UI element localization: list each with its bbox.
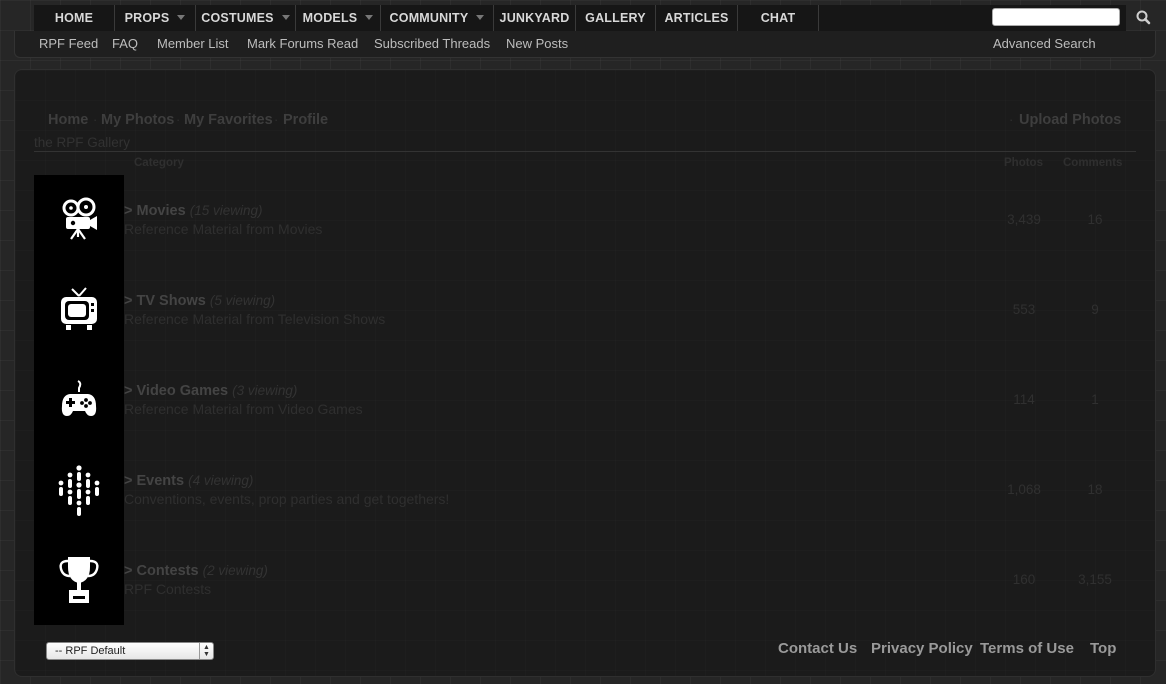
- category-description: Conventions, events, prop parties and ge…: [124, 491, 450, 507]
- photo-count: 114: [1013, 392, 1035, 407]
- category-link[interactable]: > TV Shows (5 viewing): [124, 293, 275, 309]
- subnav-rpf-feed[interactable]: RPF Feed: [39, 31, 98, 57]
- trophy-icon[interactable]: [50, 551, 108, 609]
- column-header-category: Category: [134, 157, 184, 169]
- crowd-icon[interactable]: [50, 461, 108, 519]
- nav-chat-label: CHAT: [760, 11, 796, 25]
- breadcrumb-home[interactable]: Home: [48, 112, 88, 128]
- upload-photos-link[interactable]: Upload Photos: [1019, 112, 1121, 128]
- category-prefix: >: [124, 383, 133, 399]
- style-chooser-select[interactable]: -- RPF Default ▲ ▼: [46, 642, 214, 660]
- breadcrumb-my-photos[interactable]: My Photos: [101, 112, 174, 128]
- category-name: Movies: [136, 203, 186, 219]
- main-navigation-bar: HOME PROPS COSTUMES MODELS COMMUNITY JUN…: [34, 5, 1126, 32]
- photo-count: 553: [1012, 302, 1036, 317]
- subnav-subscribed-threads[interactable]: Subscribed Threads: [374, 31, 490, 57]
- comment-count: 1: [1091, 392, 1099, 407]
- column-header-photos: Photos: [1004, 157, 1043, 169]
- comment-count: 9: [1091, 302, 1099, 317]
- nav-home-label: HOME: [54, 11, 94, 25]
- footer-terms-of-use[interactable]: Terms of Use: [980, 640, 1074, 657]
- category-name: Video Games: [136, 383, 229, 399]
- viewing-count: (5 viewing): [209, 293, 276, 308]
- subnav-advanced-search[interactable]: Advanced Search: [993, 31, 1096, 57]
- secondary-navigation-bar: RPF Feed FAQ Member List Mark Forums Rea…: [14, 31, 1156, 58]
- subnav-mark-forums-read[interactable]: Mark Forums Read: [247, 31, 358, 57]
- gamepad-icon[interactable]: [50, 371, 108, 429]
- nav-chat[interactable]: CHAT: [738, 5, 819, 31]
- viewing-count: (4 viewing): [188, 473, 254, 488]
- footer-contact-us[interactable]: Contact Us: [778, 640, 857, 657]
- nav-props[interactable]: PROPS: [115, 5, 196, 31]
- category-prefix: >: [124, 473, 133, 489]
- nav-costumes[interactable]: COSTUMES: [196, 5, 296, 31]
- nav-home[interactable]: HOME: [34, 5, 115, 31]
- category-link[interactable]: > Video Games (3 viewing): [124, 383, 297, 399]
- select-arrows-icon: ▲ ▼: [199, 643, 213, 659]
- category-prefix: >: [124, 293, 133, 309]
- nav-articles[interactable]: ARTICLES: [656, 5, 738, 31]
- nav-costumes-label: COSTUMES: [201, 11, 274, 25]
- category-description: Reference Material from Video Games: [124, 401, 363, 417]
- category-prefix: >: [124, 203, 133, 219]
- movie-camera-icon[interactable]: [50, 191, 108, 249]
- column-header-comments: Comments: [1063, 157, 1123, 169]
- photo-count: 160: [1012, 572, 1036, 587]
- category-prefix: >: [124, 563, 133, 579]
- comment-count: 18: [1087, 482, 1103, 497]
- category-description: RPF Contests: [124, 581, 212, 597]
- subnav-new-posts[interactable]: New Posts: [506, 31, 568, 57]
- breadcrumb-profile[interactable]: Profile: [283, 112, 328, 128]
- viewing-count: (2 viewing): [202, 563, 268, 578]
- breadcrumb-separator: ·: [176, 112, 181, 127]
- nav-models[interactable]: MODELS: [296, 5, 381, 31]
- footer-top[interactable]: Top: [1090, 640, 1116, 657]
- nav-articles-label: ARTICLES: [664, 11, 729, 25]
- style-chooser-value: -- RPF Default: [55, 645, 126, 657]
- chevron-down-icon: [177, 15, 186, 21]
- viewing-count: (15 viewing): [189, 203, 263, 218]
- subnav-faq[interactable]: FAQ: [112, 31, 138, 57]
- divider: [34, 151, 1136, 152]
- category-link[interactable]: > Movies (15 viewing): [124, 203, 262, 219]
- search-button[interactable]: [1130, 8, 1156, 28]
- nav-gallery-label: GALLERY: [585, 11, 646, 25]
- nav-models-label: MODELS: [302, 11, 358, 25]
- photo-count: 1,068: [1007, 482, 1041, 497]
- category-description: Reference Material from Television Shows: [124, 311, 386, 327]
- category-icon-column: [34, 175, 124, 625]
- chevron-down-icon: [365, 15, 374, 21]
- nav-junkyard-label: JUNKYARD: [499, 11, 570, 25]
- gallery-title[interactable]: the RPF Gallery: [34, 135, 130, 150]
- category-name: Contests: [136, 563, 199, 579]
- nav-community[interactable]: COMMUNITY: [381, 5, 494, 31]
- television-icon[interactable]: [50, 281, 108, 339]
- viewing-count: (3 viewing): [232, 383, 298, 398]
- footer-privacy-policy[interactable]: Privacy Policy: [871, 640, 973, 657]
- nav-community-label: COMMUNITY: [389, 11, 469, 25]
- nav-props-label: PROPS: [124, 11, 170, 25]
- category-description: Reference Material from Movies: [124, 221, 323, 237]
- nav-gallery[interactable]: GALLERY: [576, 5, 656, 31]
- category-link[interactable]: > Contests (2 viewing): [124, 563, 268, 579]
- search-input[interactable]: [992, 8, 1120, 26]
- search-icon: [1136, 10, 1151, 25]
- comment-count: 3,155: [1078, 572, 1112, 587]
- category-name: TV Shows: [136, 293, 206, 309]
- breadcrumb-separator: ·: [1009, 112, 1014, 127]
- nav-junkyard[interactable]: JUNKYARD: [494, 5, 576, 31]
- chevron-down-icon: [476, 15, 485, 21]
- comment-count: 16: [1087, 212, 1103, 227]
- breadcrumb-separator: ·: [93, 112, 98, 127]
- breadcrumb-separator: ·: [274, 112, 279, 127]
- breadcrumb-my-favorites[interactable]: My Favorites: [184, 112, 273, 128]
- subnav-member-list[interactable]: Member List: [157, 31, 229, 57]
- category-name: Events: [136, 473, 185, 489]
- photo-count: 3,439: [1007, 212, 1041, 227]
- category-link[interactable]: > Events (4 viewing): [124, 473, 253, 489]
- chevron-down-icon: [281, 15, 290, 21]
